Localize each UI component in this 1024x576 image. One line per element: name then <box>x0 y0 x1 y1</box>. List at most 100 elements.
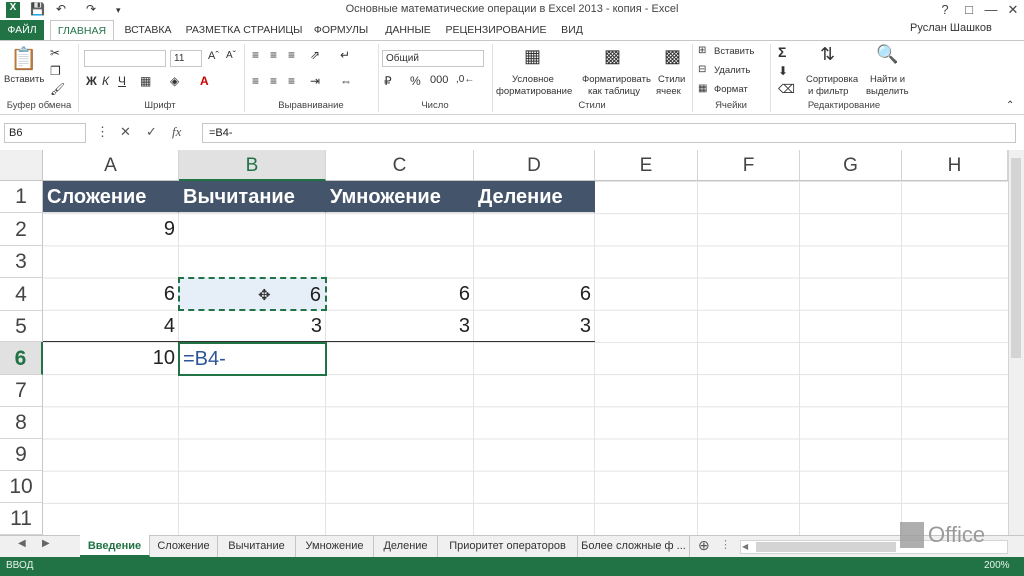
delete-cells-label[interactable]: Удалить <box>714 65 750 76</box>
minimize-button[interactable]: — <box>980 0 1002 20</box>
align-center-icon[interactable]: ≡ <box>270 74 277 88</box>
insert-cells-icon[interactable]: ⊞ <box>698 45 706 56</box>
align-left-icon[interactable]: ≡ <box>252 74 259 88</box>
tab-view[interactable]: ВИД <box>554 20 590 40</box>
cell-a1[interactable]: Сложение <box>43 181 179 213</box>
bold-icon[interactable]: Ж <box>86 74 97 88</box>
wrap-text-icon[interactable]: ↵ <box>340 48 350 62</box>
cell-c1[interactable]: Умножение <box>326 181 474 213</box>
clear-icon[interactable]: ⌫ <box>778 82 795 96</box>
column-header-g[interactable]: G <box>800 150 902 181</box>
row-header-7[interactable]: 7 <box>0 375 43 407</box>
font-size-combo[interactable]: 11 <box>170 50 202 67</box>
sheet-tab-complex[interactable]: Более сложные ф ... <box>578 535 690 557</box>
scroll-left-icon[interactable]: ◀ <box>742 542 752 552</box>
tab-file[interactable]: ФАЙЛ <box>0 20 44 40</box>
copy-icon[interactable]: ❐ <box>50 64 61 78</box>
sort-filter-label[interactable]: Сортировка <box>806 74 858 85</box>
find-select-icon[interactable]: 🔍 <box>876 44 898 65</box>
paste-label[interactable]: Вставить <box>4 74 44 85</box>
add-sheet-icon[interactable]: ⊕ <box>698 537 710 554</box>
align-right-icon[interactable]: ≡ <box>288 74 295 88</box>
delete-cells-icon[interactable]: ⊟ <box>698 64 706 75</box>
column-header-c[interactable]: C <box>326 150 474 181</box>
sheet-tab-division[interactable]: Деление <box>374 535 438 557</box>
help-button[interactable]: ? <box>934 0 956 20</box>
align-top-icon[interactable]: ≡ <box>252 48 259 62</box>
find-select-label[interactable]: Найти и <box>870 74 905 85</box>
align-middle-icon[interactable]: ≡ <box>270 48 277 62</box>
format-table-label[interactable]: Форматировать <box>582 74 651 85</box>
cell-styles-label[interactable]: Стили <box>658 74 685 85</box>
cell-d4[interactable]: 6 <box>474 278 595 311</box>
align-bottom-icon[interactable]: ≡ <box>288 48 295 62</box>
cell-styles-label-2[interactable]: ячеек <box>656 86 681 97</box>
percent-icon[interactable]: % <box>410 74 421 88</box>
tab-insert[interactable]: ВСТАВКА <box>118 20 178 40</box>
sheet-tab-addition[interactable]: Сложение <box>150 535 218 557</box>
cell-a6[interactable]: 10 <box>43 342 179 375</box>
sheet-tab-multiplication[interactable]: Умножение <box>296 535 374 557</box>
sheet-tab-subtraction[interactable]: Вычитание <box>218 535 296 557</box>
row-header-9[interactable]: 9 <box>0 439 43 471</box>
cell-b6-editing[interactable]: =B4- <box>178 342 327 376</box>
cut-icon[interactable]: ✂ <box>50 46 60 60</box>
fill-color-icon[interactable]: ◈ <box>170 74 179 88</box>
number-format-combo[interactable]: Общий <box>382 50 484 67</box>
tab-page-layout[interactable]: РАЗМЕТКА СТРАНИЦЫ <box>184 20 304 40</box>
cond-format-label-2[interactable]: форматирование <box>496 86 572 97</box>
sort-filter-label-2[interactable]: и фильтр <box>808 86 848 97</box>
cell-b4[interactable]: 6 <box>178 277 327 311</box>
format-table-icon[interactable]: ▩ <box>604 46 621 67</box>
row-header-11[interactable]: 11 <box>0 503 43 535</box>
underline-icon[interactable]: Ч <box>118 74 126 88</box>
indent-icon[interactable]: ⇥ <box>310 74 320 88</box>
fill-icon[interactable]: ⬇ <box>778 64 788 78</box>
tab-formulas[interactable]: ФОРМУЛЫ <box>310 20 372 40</box>
scroll-tabs-right-icon[interactable]: ▶ <box>42 538 50 549</box>
scroll-tabs-left-icon[interactable]: ◀ <box>18 538 26 549</box>
save-icon[interactable]: 💾 <box>30 2 45 18</box>
horizontal-scroll-thumb[interactable] <box>756 542 896 552</box>
ribbon-display-icon[interactable]: □ <box>958 0 980 20</box>
currency-icon[interactable]: ₽ <box>384 74 392 88</box>
row-header-3[interactable]: 3 <box>0 246 43 278</box>
row-header-10[interactable]: 10 <box>0 471 43 503</box>
cell-b5[interactable]: 3 <box>179 311 326 342</box>
sheet-tab-intro[interactable]: Введение <box>80 535 150 557</box>
tab-review[interactable]: РЕЦЕНЗИРОВАНИЕ <box>444 20 548 40</box>
column-header-a[interactable]: A <box>43 150 179 181</box>
redo-icon[interactable]: ↷ <box>86 2 96 18</box>
cell-a5[interactable]: 4 <box>43 311 179 342</box>
row-header-2[interactable]: 2 <box>0 213 43 246</box>
autosum-icon[interactable]: Σ <box>778 44 786 60</box>
quick-access-menu-icon[interactable]: ▾ <box>116 5 121 21</box>
tab-home[interactable]: ГЛАВНАЯ <box>50 20 114 40</box>
increase-decimal-icon[interactable]: ,0← <box>456 74 474 85</box>
insert-function-icon[interactable]: fx <box>172 124 181 140</box>
tab-split-handle-icon[interactable]: ⋮ <box>720 538 731 551</box>
vertical-scroll-thumb[interactable] <box>1011 158 1021 358</box>
insert-cells-label[interactable]: Вставить <box>714 46 754 57</box>
font-name-combo[interactable] <box>84 50 166 67</box>
row-header-4[interactable]: 4 <box>0 278 43 311</box>
sort-filter-icon[interactable]: ⇅ <box>820 44 835 65</box>
borders-icon[interactable]: ▦ <box>140 74 151 88</box>
formula-input[interactable]: =B4- <box>202 123 1016 143</box>
row-header-8[interactable]: 8 <box>0 407 43 439</box>
column-header-b[interactable]: B <box>179 150 326 181</box>
cell-styles-icon[interactable]: ▩ <box>664 46 681 67</box>
cell-a2[interactable]: 9 <box>43 213 179 246</box>
row-header-1[interactable]: 1 <box>0 181 43 213</box>
shrink-font-icon[interactable]: Aˇ <box>226 50 236 61</box>
undo-icon[interactable]: ↶ <box>56 2 66 18</box>
conditional-format-icon[interactable]: ▦ <box>524 46 541 67</box>
cell-c5[interactable]: 3 <box>326 311 474 342</box>
collapse-ribbon-icon[interactable]: ⌃ <box>1006 100 1014 111</box>
cell-b1[interactable]: Вычитание <box>179 181 326 213</box>
close-button[interactable]: ✕ <box>1002 0 1024 20</box>
select-all-corner[interactable] <box>0 150 43 181</box>
column-header-h[interactable]: H <box>902 150 1008 181</box>
cell-c4[interactable]: 6 <box>326 278 474 311</box>
name-box[interactable]: B6 <box>4 123 86 143</box>
